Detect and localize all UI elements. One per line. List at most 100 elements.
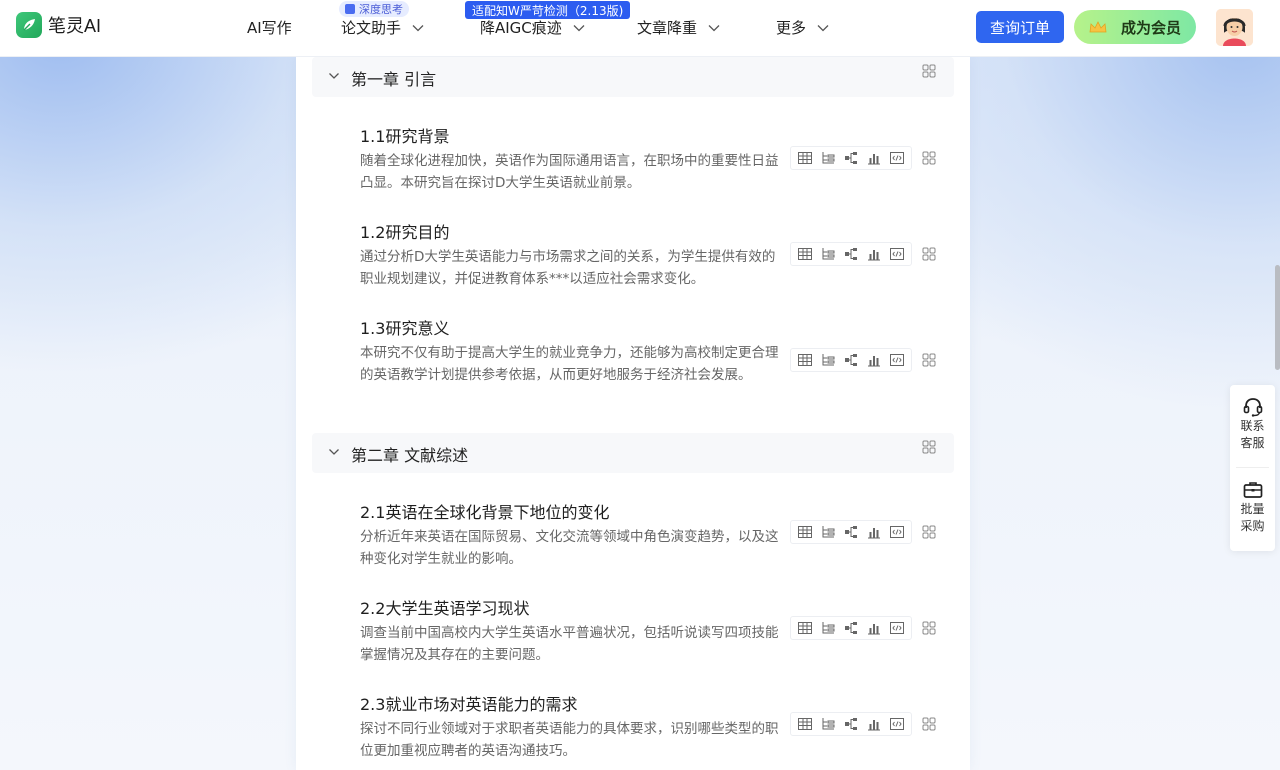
brand-name: 笔灵AI [48, 16, 102, 36]
deep-thinking-badge: 深度思考 [339, 1, 409, 17]
side-float-panel: 联系 客服 批量 采购 [1230, 385, 1275, 551]
bar-chart-icon[interactable] [866, 620, 882, 636]
section-description: 本研究不仅有助于提高大学生的就业竞争力，还能够为高校制定更合理的英语教学计划提供… [360, 345, 779, 383]
chevron-down-icon[interactable] [328, 70, 340, 82]
contact-service-button[interactable]: 联系 客服 [1230, 396, 1275, 452]
query-order-button[interactable]: 查询订单 [976, 11, 1064, 43]
section-title: 1.3研究意义 [360, 319, 450, 338]
table-icon[interactable] [797, 716, 813, 732]
code-icon[interactable] [889, 716, 905, 732]
table-icon[interactable] [797, 150, 813, 166]
section-description: 调查当前中国高校内大学生英语水平普遍状况，包括听说读写四项技能掌握情况及其存在的… [360, 625, 779, 663]
section-toolbox [790, 520, 912, 544]
grid-menu-icon[interactable] [922, 64, 936, 78]
flow-icon[interactable] [843, 352, 859, 368]
section-toolbox [790, 242, 912, 266]
bulk-purchase-button[interactable]: 批量 采购 [1230, 479, 1275, 535]
flow-icon[interactable] [843, 524, 859, 540]
grid-menu-icon[interactable] [922, 151, 936, 165]
section-toolbox [790, 348, 912, 372]
badge-label: 深度思考 [359, 3, 403, 16]
bar-chart-icon[interactable] [866, 246, 882, 262]
top-navigation-bar: 笔灵AI AI写作 深度思考 论文助手 适配知W严苛检测（2.13版) 降AIG… [0, 0, 1280, 57]
briefcase-icon [1243, 482, 1262, 498]
section-title: 1.2研究目的 [360, 223, 450, 242]
brand-logo[interactable]: 笔灵AI [16, 12, 101, 38]
section-title: 1.1研究背景 [360, 127, 450, 146]
nav-article-rewrite[interactable]: 文章降重 [637, 17, 721, 38]
crown-icon [1089, 21, 1107, 33]
chapter-title: 第一章 引言 [351, 70, 437, 89]
table-icon[interactable] [797, 246, 813, 262]
grid-menu-icon[interactable] [922, 525, 936, 539]
nav-label: 文章降重 [637, 19, 698, 37]
code-icon[interactable] [889, 150, 905, 166]
chapter-title: 第二章 文献综述 [351, 446, 469, 465]
nav-label: 更多 [776, 19, 807, 37]
grid-menu-icon[interactable] [922, 717, 936, 731]
flow-icon[interactable] [843, 150, 859, 166]
divider [1236, 467, 1269, 468]
table-icon[interactable] [797, 620, 813, 636]
table-icon[interactable] [797, 352, 813, 368]
chevron-down-icon [817, 24, 829, 31]
contact-label-1: 联系 [1240, 419, 1265, 433]
section-description: 随着全球化进程加快，英语作为国际通用语言，在职场中的重要性日益凸显。本研究旨在探… [360, 153, 779, 191]
section-description: 探讨不同行业领域对于求职者英语能力的具体要求，识别哪些类型的职位更加重视应聘者的… [360, 721, 779, 759]
section-title: 2.2大学生英语学习现状 [360, 599, 530, 618]
user-avatar[interactable] [1216, 9, 1253, 46]
section-title: 2.3就业市场对英语能力的需求 [360, 695, 578, 714]
chevron-down-icon[interactable] [328, 446, 340, 458]
code-icon[interactable] [889, 246, 905, 262]
bar-chart-icon[interactable] [866, 524, 882, 540]
list-icon[interactable] [820, 716, 836, 732]
nav-reduce-aigc[interactable]: 降AIGC痕迹 [480, 17, 586, 38]
grid-menu-icon[interactable] [922, 621, 936, 635]
chevron-down-icon [708, 24, 720, 31]
section-description: 通过分析D大学生英语能力与市场需求之间的关系，为学生提供有效的职业规划建议，并促… [360, 249, 776, 287]
list-icon[interactable] [820, 150, 836, 166]
nav-label: 论文助手 [341, 19, 402, 37]
nav-label: AI写作 [247, 19, 292, 37]
nav-more[interactable]: 更多 [776, 17, 830, 38]
section-description: 分析近年来英语在国际贸易、文化交流等领域中角色演变趋势，以及这种变化对学生就业的… [360, 529, 779, 567]
outline-card: 第一章 引言 1.1研究背景 随着全球化进程加快，英语作为国际通用语言，在职场中… [296, 57, 970, 770]
list-icon[interactable] [820, 524, 836, 540]
vip-label: 成为会员 [1120, 18, 1181, 37]
grid-menu-icon[interactable] [922, 353, 936, 367]
section-toolbox [790, 146, 912, 170]
section-toolbox [790, 712, 912, 736]
flow-icon[interactable] [843, 716, 859, 732]
edit-icon [345, 4, 355, 14]
nav-label: 降AIGC痕迹 [480, 19, 562, 37]
contact-label-2: 客服 [1240, 436, 1265, 450]
grid-menu-icon[interactable] [922, 440, 936, 454]
bar-chart-icon[interactable] [866, 352, 882, 368]
chapter-header[interactable]: 第二章 文献综述 [312, 433, 954, 473]
headset-icon [1243, 398, 1262, 417]
list-icon[interactable] [820, 352, 836, 368]
bulk-label-2: 采购 [1240, 519, 1265, 533]
flow-icon[interactable] [843, 620, 859, 636]
code-icon[interactable] [889, 620, 905, 636]
list-icon[interactable] [820, 620, 836, 636]
list-icon[interactable] [820, 246, 836, 262]
code-icon[interactable] [889, 524, 905, 540]
become-member-button[interactable]: 成为会员 [1074, 10, 1196, 44]
chevron-down-icon [573, 24, 585, 31]
section-toolbox [790, 616, 912, 640]
grid-menu-icon[interactable] [922, 247, 936, 261]
section-title: 2.1英语在全球化背景下地位的变化 [360, 503, 610, 522]
chapter-header[interactable]: 第一章 引言 [312, 57, 954, 97]
bulk-label-1: 批量 [1240, 502, 1265, 516]
table-icon[interactable] [797, 524, 813, 540]
leaf-logo-icon [16, 12, 42, 38]
flow-icon[interactable] [843, 246, 859, 262]
bar-chart-icon[interactable] [866, 150, 882, 166]
chevron-down-icon [412, 24, 424, 31]
nav-ai-writing[interactable]: AI写作 [247, 17, 292, 38]
nav-paper-assistant[interactable]: 论文助手 [341, 17, 425, 38]
code-icon[interactable] [889, 352, 905, 368]
bar-chart-icon[interactable] [866, 716, 882, 732]
page-scrollbar[interactable] [1275, 265, 1280, 370]
